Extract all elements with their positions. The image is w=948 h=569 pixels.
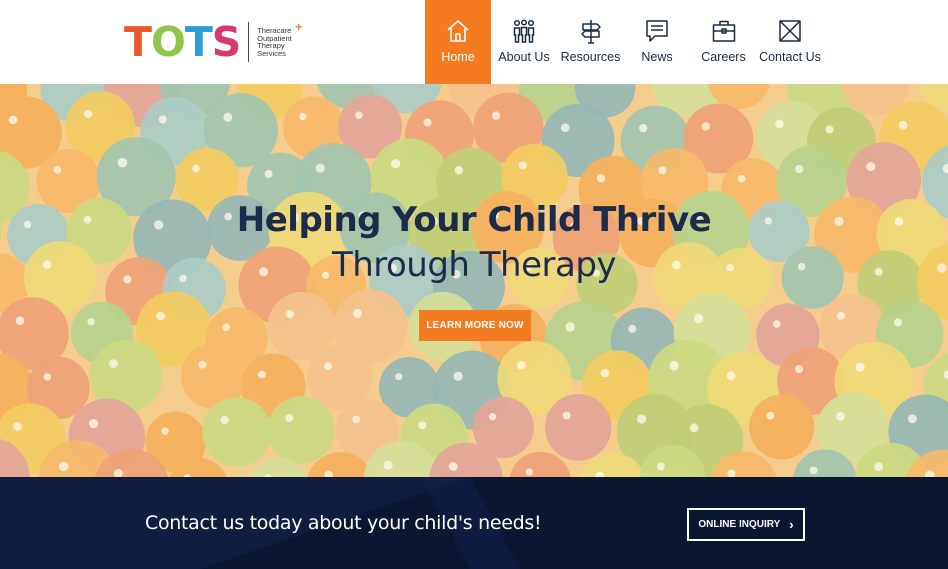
- nav-label: Contact Us: [759, 50, 821, 64]
- nav-label: Resources: [560, 50, 621, 64]
- nav-item-about-us[interactable]: About Us: [491, 0, 557, 84]
- logo-plus-icon: +: [295, 20, 303, 34]
- contact-cta-band: Contact us today about your child's need…: [0, 477, 948, 569]
- envelope-icon: [779, 20, 801, 42]
- learn-more-button[interactable]: LEARN MORE NOW: [419, 310, 531, 341]
- logo-wordmark: T O T S: [124, 18, 242, 66]
- nav-item-resources[interactable]: Resources: [557, 0, 624, 84]
- nav-item-home[interactable]: Home: [425, 0, 491, 84]
- logo-divider: [248, 22, 250, 62]
- logo-letter-o: O: [150, 18, 186, 66]
- main-nav: Home About Us Resources News Careers Con…: [425, 0, 823, 84]
- nav-label: News: [641, 50, 673, 64]
- cta-message: Contact us today about your child's need…: [145, 512, 542, 534]
- logo-tagline: + Theracare Outpatient Therapy Services: [257, 21, 304, 58]
- chevron-right-icon: ›: [789, 517, 794, 532]
- nav-label: Careers: [701, 50, 746, 64]
- nav-item-contact-us[interactable]: Contact Us: [757, 0, 823, 84]
- people-icon: [513, 19, 535, 43]
- hero-banner: Helping Your Child Thrive Through Therap…: [0, 84, 948, 477]
- nav-label: Home: [441, 50, 475, 64]
- nav-item-careers[interactable]: Careers: [690, 0, 757, 84]
- logo-letter-t1: T: [124, 18, 152, 66]
- home-icon: [447, 20, 469, 42]
- nav-label: About Us: [498, 50, 550, 64]
- chat-bubble-icon: [646, 20, 668, 42]
- online-inquiry-label: ONLINE INQUIRY: [698, 519, 781, 530]
- hero-title: Helping Your Child Thrive: [236, 200, 712, 240]
- signpost-icon: [580, 20, 601, 44]
- hero-subtitle: Through Therapy: [331, 245, 617, 285]
- tots-logo[interactable]: T O T S + Theracare Outpatient Therapy S…: [124, 20, 304, 64]
- nav-item-news[interactable]: News: [624, 0, 690, 84]
- logo-tagline-line: Services: [257, 48, 286, 58]
- site-header: T O T S + Theracare Outpatient Therapy S…: [0, 0, 948, 84]
- logo-letter-s: S: [211, 18, 242, 66]
- logo-letter-t2: T: [184, 18, 213, 66]
- briefcase-icon: [712, 20, 735, 42]
- online-inquiry-button[interactable]: ONLINE INQUIRY ›: [687, 508, 805, 541]
